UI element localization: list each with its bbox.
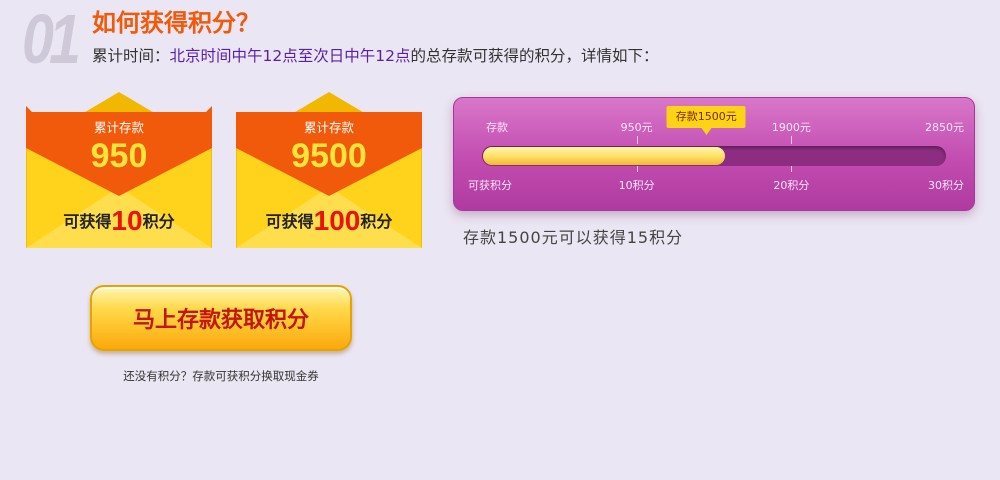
envelope-label: 累计存款 [93,120,144,135]
points-progress-panel: 存款 可获积分 950元 1900元 2850元 10积分 20积分 30积分 … [453,97,975,211]
envelope-card-950: 累计存款 950 可获得10积分 [26,92,212,248]
earn-prefix: 可获得 [63,212,112,231]
points-axis-label: 可获积分 [468,179,512,192]
progress-fill [483,147,726,165]
subtitle-time-range: 北京时间中午12点至次日中午12点 [169,47,411,65]
current-deposit-marker: 存款1500元 [666,106,746,135]
tick-mark [791,136,793,144]
step-number: 01 [22,0,81,78]
deposit-tick-2850: 2850元 [925,121,964,134]
envelope-label: 累计存款 [303,120,354,135]
deposit-axis-label: 存款 [486,121,508,134]
earn-prefix: 可获得 [265,212,314,231]
page-title: 如何获得积分？ [92,9,260,37]
tick-mark [636,136,638,144]
envelope-earn: 可获得10积分 [26,204,212,239]
deposit-tick-950: 950元 [620,121,653,134]
envelope-amount: 9500 [291,137,367,175]
earn-points: 10 [111,205,143,236]
page-subtitle: 累计时间：北京时间中午12点至次日中午12点的总存款可获得的积分，详情如下： [92,44,658,68]
points-tick-30: 30积分 [928,179,964,192]
earn-suffix: 积分 [142,212,175,231]
progress-status-text: 存款1500元可以获得15积分 [463,228,684,247]
envelope-amount: 950 [90,137,148,175]
earn-points: 100 [313,205,361,236]
points-tick-10: 10积分 [618,179,655,192]
envelope-card-9500: 累计存款 9500 可获得100积分 [236,92,422,248]
subtitle-suffix: 的总存款可获得的积分，详情如下： [410,47,659,65]
points-tick-20: 20积分 [773,179,810,192]
deposit-now-button[interactable]: 马上存款获取积分 [90,285,352,351]
cash-coupon-note[interactable]: 还没有积分？存款可获积分换取现金券 [90,368,352,384]
earn-suffix: 积分 [360,212,393,231]
progress-track [482,146,946,166]
envelope-earn: 可获得100积分 [236,204,422,239]
deposit-tick-1900: 1900元 [771,121,811,134]
subtitle-prefix: 累计时间： [92,47,170,65]
